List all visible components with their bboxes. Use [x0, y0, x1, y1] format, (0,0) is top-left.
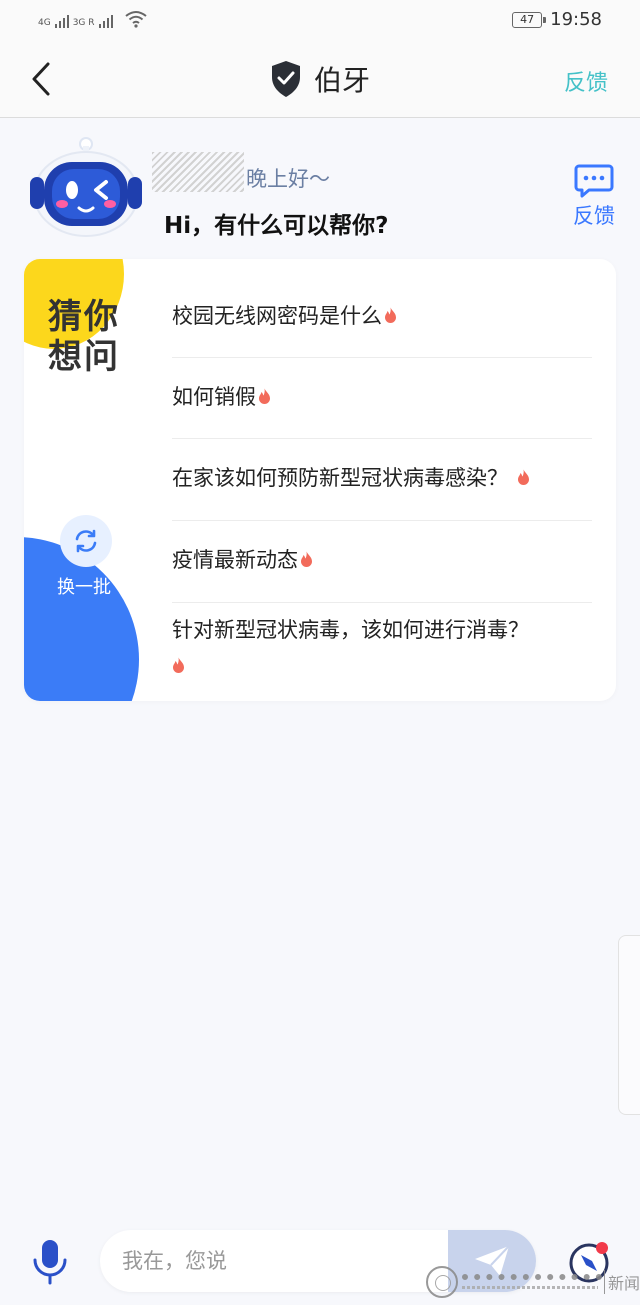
shield-check-icon — [271, 61, 300, 97]
username-redacted — [152, 152, 244, 192]
question-item[interactable]: 针对新型冠状病毒，该如何进行消毒？ — [172, 603, 592, 684]
status-right: 47 19:58 — [512, 9, 602, 30]
page-title-group: 伯牙 — [0, 59, 640, 99]
message-icon — [574, 164, 614, 198]
question-item[interactable]: 在家该如何预防新型冠状病毒感染？ — [172, 439, 592, 521]
refresh-button[interactable]: 换一批 — [57, 515, 114, 599]
refresh-label: 换一批 — [57, 577, 111, 598]
fire-icon — [517, 469, 529, 485]
question-list: 校园无线网密码是什么 如何销假 在家该如何预防新型冠状病毒感染？ 疫情最新动态 … — [172, 277, 592, 684]
question-text: 如何销假 — [172, 385, 256, 409]
wifi-icon — [124, 11, 147, 28]
feedback-button[interactable]: 反馈 — [564, 65, 608, 97]
signal-icon — [98, 12, 113, 28]
watermark: 新闻网 — [426, 1264, 640, 1300]
question-text: 校园无线网密码是什么 — [172, 304, 382, 328]
watermark-seal — [426, 1266, 458, 1298]
greeting-headline: Hi，有什么可以帮你? — [164, 213, 389, 239]
microphone-icon[interactable] — [30, 1238, 70, 1286]
question-text: 在家该如何预防新型冠状病毒感染？ — [172, 466, 508, 490]
fire-icon — [301, 551, 312, 567]
battery-level: 47 — [520, 12, 535, 26]
network-type-1: 4G — [38, 18, 51, 28]
fire-icon — [173, 657, 184, 673]
refresh-icon — [75, 529, 97, 553]
floating-edge-handle[interactable] — [618, 935, 640, 1115]
chat-feedback-button[interactable]: 反馈 — [566, 164, 622, 230]
question-item[interactable]: 如何销假 — [172, 358, 592, 439]
question-text: 疫情最新动态 — [172, 548, 298, 572]
message-input[interactable] — [122, 1230, 442, 1292]
signal-icon — [54, 12, 69, 28]
question-item[interactable]: 校园无线网密码是什么 — [172, 277, 592, 358]
status-bar: 4G 3G R 47 19:58 — [0, 0, 640, 40]
robot-avatar — [30, 137, 142, 237]
fire-icon — [259, 388, 270, 404]
watermark-script — [462, 1266, 602, 1280]
battery-icon: 47 — [512, 11, 547, 28]
page-title: 伯牙 — [313, 64, 370, 97]
watermark-subscript — [462, 1286, 598, 1289]
network-indicators: 4G 3G R — [38, 10, 147, 28]
suggestions-label: 猜你想问 — [48, 297, 120, 377]
header: 伯牙 反馈 — [0, 40, 640, 118]
chat-feedback-label: 反馈 — [573, 204, 615, 228]
fire-icon — [385, 307, 396, 323]
question-text: 针对新型冠状病毒，该如何进行消毒？ — [172, 618, 529, 642]
watermark-separator — [604, 1270, 605, 1294]
watermark-text: 新闻网 — [608, 1274, 640, 1293]
greeting-text: 晚上好～ — [246, 167, 330, 191]
clock: 19:58 — [550, 9, 602, 30]
suggestions-card: 猜你想问 换一批 校园无线网密码是什么 如何销假 在家该如何预防新型冠状病毒感染… — [24, 259, 616, 701]
network-type-2: 3G R — [72, 18, 95, 28]
question-item[interactable]: 疫情最新动态 — [172, 521, 592, 603]
refresh-icon-wrap — [60, 515, 112, 567]
